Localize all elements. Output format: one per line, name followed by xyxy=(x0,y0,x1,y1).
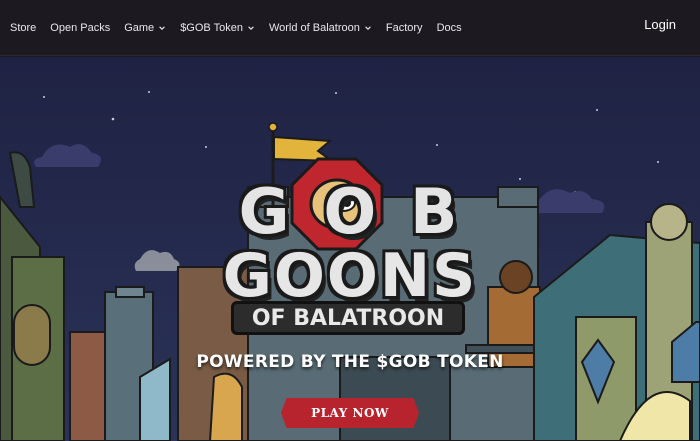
chevron-down-icon xyxy=(247,24,255,32)
login-link[interactable]: Login xyxy=(644,17,676,32)
hero-section: GOB GOONS OF BALATROON POWERED BY THE $G… xyxy=(0,57,700,441)
top-nav: Store Open Packs Game $GOB Token World o… xyxy=(0,0,700,56)
nav-item-label: Game xyxy=(124,21,155,34)
nav-item-gob-token[interactable]: $GOB Token xyxy=(180,22,255,34)
nav-item-open-packs[interactable]: Open Packs xyxy=(50,22,110,34)
nav-item-world-of-balatroon[interactable]: World of Balatroon xyxy=(269,22,372,34)
nav-item-label: $GOB Token xyxy=(180,21,243,34)
nav-menu: Store Open Packs Game $GOB Token World o… xyxy=(10,22,462,34)
nav-item-label: Docs xyxy=(436,21,462,34)
nav-item-label: Open Packs xyxy=(50,21,111,34)
play-now-button[interactable]: PLAY NOW xyxy=(281,398,419,428)
nav-item-label: Factory xyxy=(385,21,423,34)
nav-item-factory[interactable]: Factory xyxy=(386,22,423,34)
nav-item-label: World of Balatroon xyxy=(268,21,360,34)
logo-line-of-balatroon: OF BALATROON xyxy=(231,301,465,335)
logo-line-gob: GOB xyxy=(238,175,492,248)
nav-item-game[interactable]: Game xyxy=(124,22,166,34)
nav-item-label: Store xyxy=(10,21,37,34)
chevron-down-icon xyxy=(158,24,166,32)
chevron-down-icon xyxy=(364,24,372,32)
nav-item-store[interactable]: Store xyxy=(10,22,36,34)
hero-tagline: POWERED BY THE $GOB TOKEN xyxy=(196,352,504,372)
nav-item-docs[interactable]: Docs xyxy=(437,22,462,34)
